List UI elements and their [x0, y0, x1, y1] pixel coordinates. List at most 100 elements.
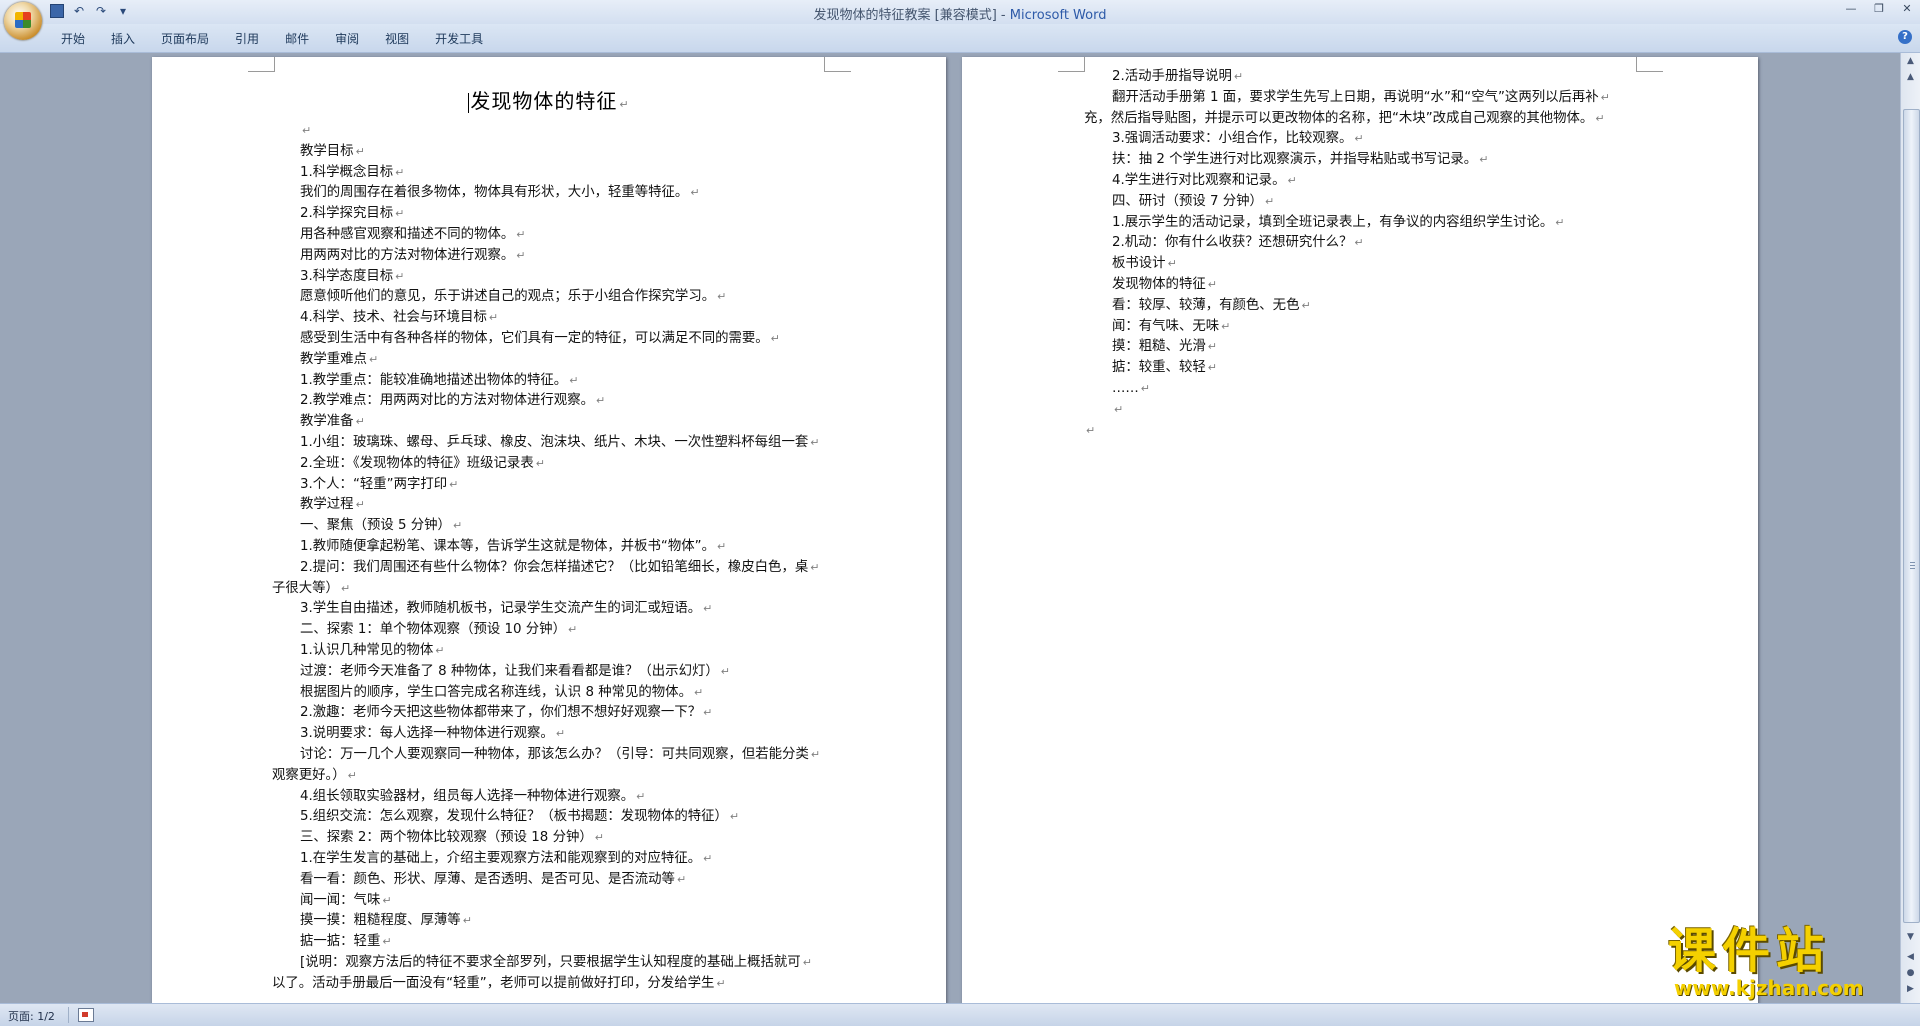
tab-page-layout[interactable]: 页面布局: [148, 30, 222, 47]
text-line: 1.教师随便拿起粉笔、课本等，告诉学生这就是物体，并板书“物体”。 ↵: [300, 539, 726, 555]
text-line: 以了。活动手册最后一面没有“轻重”，老师可以提前做好打印，分发给学生 ↵: [272, 976, 726, 992]
line-text: 闻一闻：气味: [300, 892, 381, 908]
tab-insert[interactable]: 插入: [98, 30, 148, 47]
line-text: 1.小组：玻璃珠、螺母、乒乓球、橡皮、泡沫块、纸片、木块、一次性塑料杯每组一套: [300, 435, 809, 450]
paragraph-mark: ↵: [355, 415, 365, 429]
tab-view[interactable]: 视图: [372, 30, 422, 47]
text-line: 5.组织交流：怎么观察，发现什么特征？（板书揭题：发现物体的特征） ↵: [300, 809, 739, 825]
line-text: 讨论：万一几个人要观察同一种物体，那该怎么办？（引导：可共同观察，但若能分类: [300, 747, 809, 762]
paragraph-mark: ↵: [1479, 153, 1489, 167]
paragraph-mark: ↵: [1354, 236, 1364, 250]
text-line: 2.提问：我们周围还有些什么物体？你会怎样描述它？（比如铅笔细长，橡皮白色，桌 ↵: [300, 560, 819, 576]
text-line: 充，然后指导贴图，并提示可以更改物体的名称，把“木块”改成自己观察的其他物体。 ↵: [1084, 111, 1605, 127]
macro-record-icon[interactable]: [78, 1008, 94, 1022]
text-line: 子很大等） ↵: [272, 581, 350, 597]
text-line: 我们的周围存在着很多物体，物体具有形状，大小，轻重等特征。 ↵: [300, 185, 700, 201]
line-text: 充，然后指导贴图，并提示可以更改物体的名称，把“木块”改成自己观察的其他物体。: [1084, 110, 1594, 126]
page-1[interactable]: 发现物体的特征 ↵ ↵ 教学目标 ↵ 1.科学概念目标 ↵ 我们的周围存在着很多物体，物体具…: [152, 57, 946, 1003]
office-button[interactable]: [4, 2, 42, 40]
text-line: 看：较厚、较薄，有颜色、无色 ↵: [1112, 298, 1311, 314]
line-text: 以了。活动手册最后一面没有“轻重”，老师可以提前做好打印，分发给学生: [272, 975, 715, 991]
scroll-up-icon[interactable]: ▲: [1904, 71, 1917, 84]
line-text: 4.组长领取实验器材，组员每人选择一种物体进行观察。: [300, 788, 635, 804]
tab-developer[interactable]: 开发工具: [422, 30, 496, 47]
text-line: 教学准备 ↵: [300, 414, 365, 430]
line-text: 看一看：颜色、形状、厚薄、是否透明、是否可见、是否流动等: [300, 871, 675, 887]
paragraph-mark: ↵: [449, 477, 459, 491]
paragraph-mark: ↵: [1354, 132, 1364, 146]
line-text: 扶：抽 2 个学生进行对比观察演示，并指导粘贴或书写记录。: [1112, 152, 1478, 168]
next-page-icon[interactable]: ▶: [1904, 983, 1917, 996]
text-line: 摸：粗糙、光滑 ↵: [1112, 339, 1217, 355]
text-line: 1.认识几种常见的物体 ↵: [300, 643, 445, 659]
line-text: [说明：观察方法后的特征不要求全部罗列，只要根据学生认知程度的基础上概括就可: [300, 955, 801, 970]
line-text: 3.科学态度目标: [300, 268, 394, 284]
crop-mark: [1058, 57, 1085, 72]
tab-references[interactable]: 引用: [222, 30, 272, 47]
tab-home[interactable]: 开始: [48, 30, 98, 47]
scroll-thumb[interactable]: [1903, 109, 1920, 923]
paragraph-mark: ↵: [1600, 90, 1610, 104]
maximize-button[interactable]: ❐: [1872, 2, 1886, 16]
text-line: 1.小组：玻璃珠、螺母、乒乓球、橡皮、泡沫块、纸片、木块、一次性塑料杯每组一套 ↵: [300, 435, 819, 451]
scroll-grip: [1910, 562, 1915, 563]
page-2[interactable]: 2.活动手册指导说明 ↵ 翻开活动手册第 1 面，要求学生先写上日期，再说明“水”和…: [962, 57, 1758, 1003]
paragraph-mark: ↵: [810, 748, 821, 761]
paragraph-mark: ↵: [395, 269, 405, 283]
tab-review[interactable]: 审阅: [322, 30, 372, 47]
line-text: 3.强调活动要求：小组合作，比较观察。: [1112, 131, 1353, 147]
line-text: 愿意倾听他们的意见，乐于讲述自己的观点；乐于小组合作探究学习。: [300, 289, 716, 305]
paragraph-mark: ↵: [1233, 70, 1244, 83]
line-text: 三、探索 2：两个物体比较观察（预设 18 分钟）: [300, 830, 593, 846]
text-line: 闻一闻：气味 ↵: [300, 893, 392, 909]
paragraph-mark: ↵: [720, 664, 730, 678]
minimize-button[interactable]: —: [1844, 2, 1858, 16]
scroll-down-icon[interactable]: ▼: [1904, 931, 1917, 944]
line-text: 1.在学生发言的基础上，介绍主要观察方法和能观察到的对应特征。: [300, 851, 702, 866]
paragraph-mark: ↵: [1287, 174, 1297, 187]
help-icon[interactable]: ?: [1898, 30, 1912, 44]
text-line: 四、研讨（预设 7 分钟） ↵: [1112, 194, 1274, 210]
previous-page-icon[interactable]: ◀: [1904, 951, 1917, 964]
line-text: 教学过程: [300, 497, 354, 513]
page-count[interactable]: 页面: 1/2: [8, 1008, 55, 1024]
select-browse-object-icon[interactable]: ●: [1904, 967, 1917, 980]
line-text: 2.机动：你有什么收获？还想研究什么？: [1112, 235, 1353, 251]
line-text: 教学准备: [300, 414, 354, 430]
paragraph-mark: ↵: [703, 706, 713, 720]
vertical-scrollbar[interactable]: ▲ ▲ ▼ ◀ ● ▶: [1900, 53, 1920, 1003]
scroll-up-icon[interactable]: ▲: [1904, 55, 1917, 68]
text-line: 扶：抽 2 个学生进行对比观察演示，并指导粘贴或书写记录。 ↵: [1112, 152, 1488, 168]
line-text: 四、研讨（预设 7 分钟）: [1112, 193, 1263, 209]
paragraph-mark: ↵: [569, 373, 579, 387]
paragraph-mark: ↵: [382, 893, 392, 907]
watermark-url: www.kjzhan.com: [1674, 976, 1864, 1000]
crop-mark: [1636, 57, 1663, 72]
line-text: 闻：有气味、无味: [1112, 318, 1220, 334]
paragraph-mark: ↵: [703, 852, 713, 865]
text-line: 感受到生活中有各种各样的物体，它们具有一定的特征，可以满足不同的需要。 ↵: [300, 331, 780, 347]
text-line: 二、探索 1：单个物体观察（预设 10 分钟） ↵: [300, 622, 577, 638]
paragraph-mark: ↵: [1595, 111, 1605, 125]
text-line: 3.个人：“轻重”两字打印 ↵: [300, 477, 458, 493]
text-line: 看一看：颜色、形状、厚薄、是否透明、是否可见、是否流动等 ↵: [300, 872, 686, 888]
text-line: 2.科学探究目标 ↵: [300, 206, 404, 222]
document-workspace: 发现物体的特征 ↵ ↵ 教学目标 ↵ 1.科学概念目标 ↵ 我们的周围存在着很多物体，物体具…: [0, 53, 1900, 1003]
line-text: 我们的周围存在着很多物体，物体具有形状，大小，轻重等特征。: [300, 185, 689, 201]
line-text: 2.提问：我们周围还有些什么物体？你会怎样描述它？（比如铅笔细长，橡皮白色，桌: [300, 559, 809, 575]
paragraph-mark: ↵: [1555, 215, 1565, 229]
text-line: 过渡：老师今天准备了 8 种物体，让我们来看看都是谁？（出示幻灯） ↵: [300, 664, 730, 680]
ribbon-tabs: 开始 插入 页面布局 引用 邮件 审阅 视图 开发工具 ?: [0, 24, 1920, 53]
paragraph-mark: ↵: [355, 144, 365, 158]
line-text: 1.教师随便拿起粉笔、课本等，告诉学生这就是物体，并板书“物体”。: [300, 539, 715, 554]
text-line: 2.教学难点：用两两对比的方法对物体进行观察。 ↵: [300, 393, 605, 409]
close-button[interactable]: ✕: [1900, 2, 1914, 16]
text-line: 三、探索 2：两个物体比较观察（预设 18 分钟） ↵: [300, 830, 604, 846]
paragraph-mark: ↵: [435, 644, 445, 657]
text-line: [说明：观察方法后的特征不要求全部罗列，只要根据学生认知程度的基础上概括就可 ↵: [300, 955, 812, 971]
document-heading: 发现物体的特征 ↵: [152, 85, 946, 114]
paragraph-mark: ↵: [1207, 340, 1217, 354]
paragraph-mark: ↵: [1140, 382, 1150, 395]
tab-mailings[interactable]: 邮件: [272, 30, 322, 47]
text-line: 闻：有气味、无味 ↵: [1112, 319, 1230, 335]
